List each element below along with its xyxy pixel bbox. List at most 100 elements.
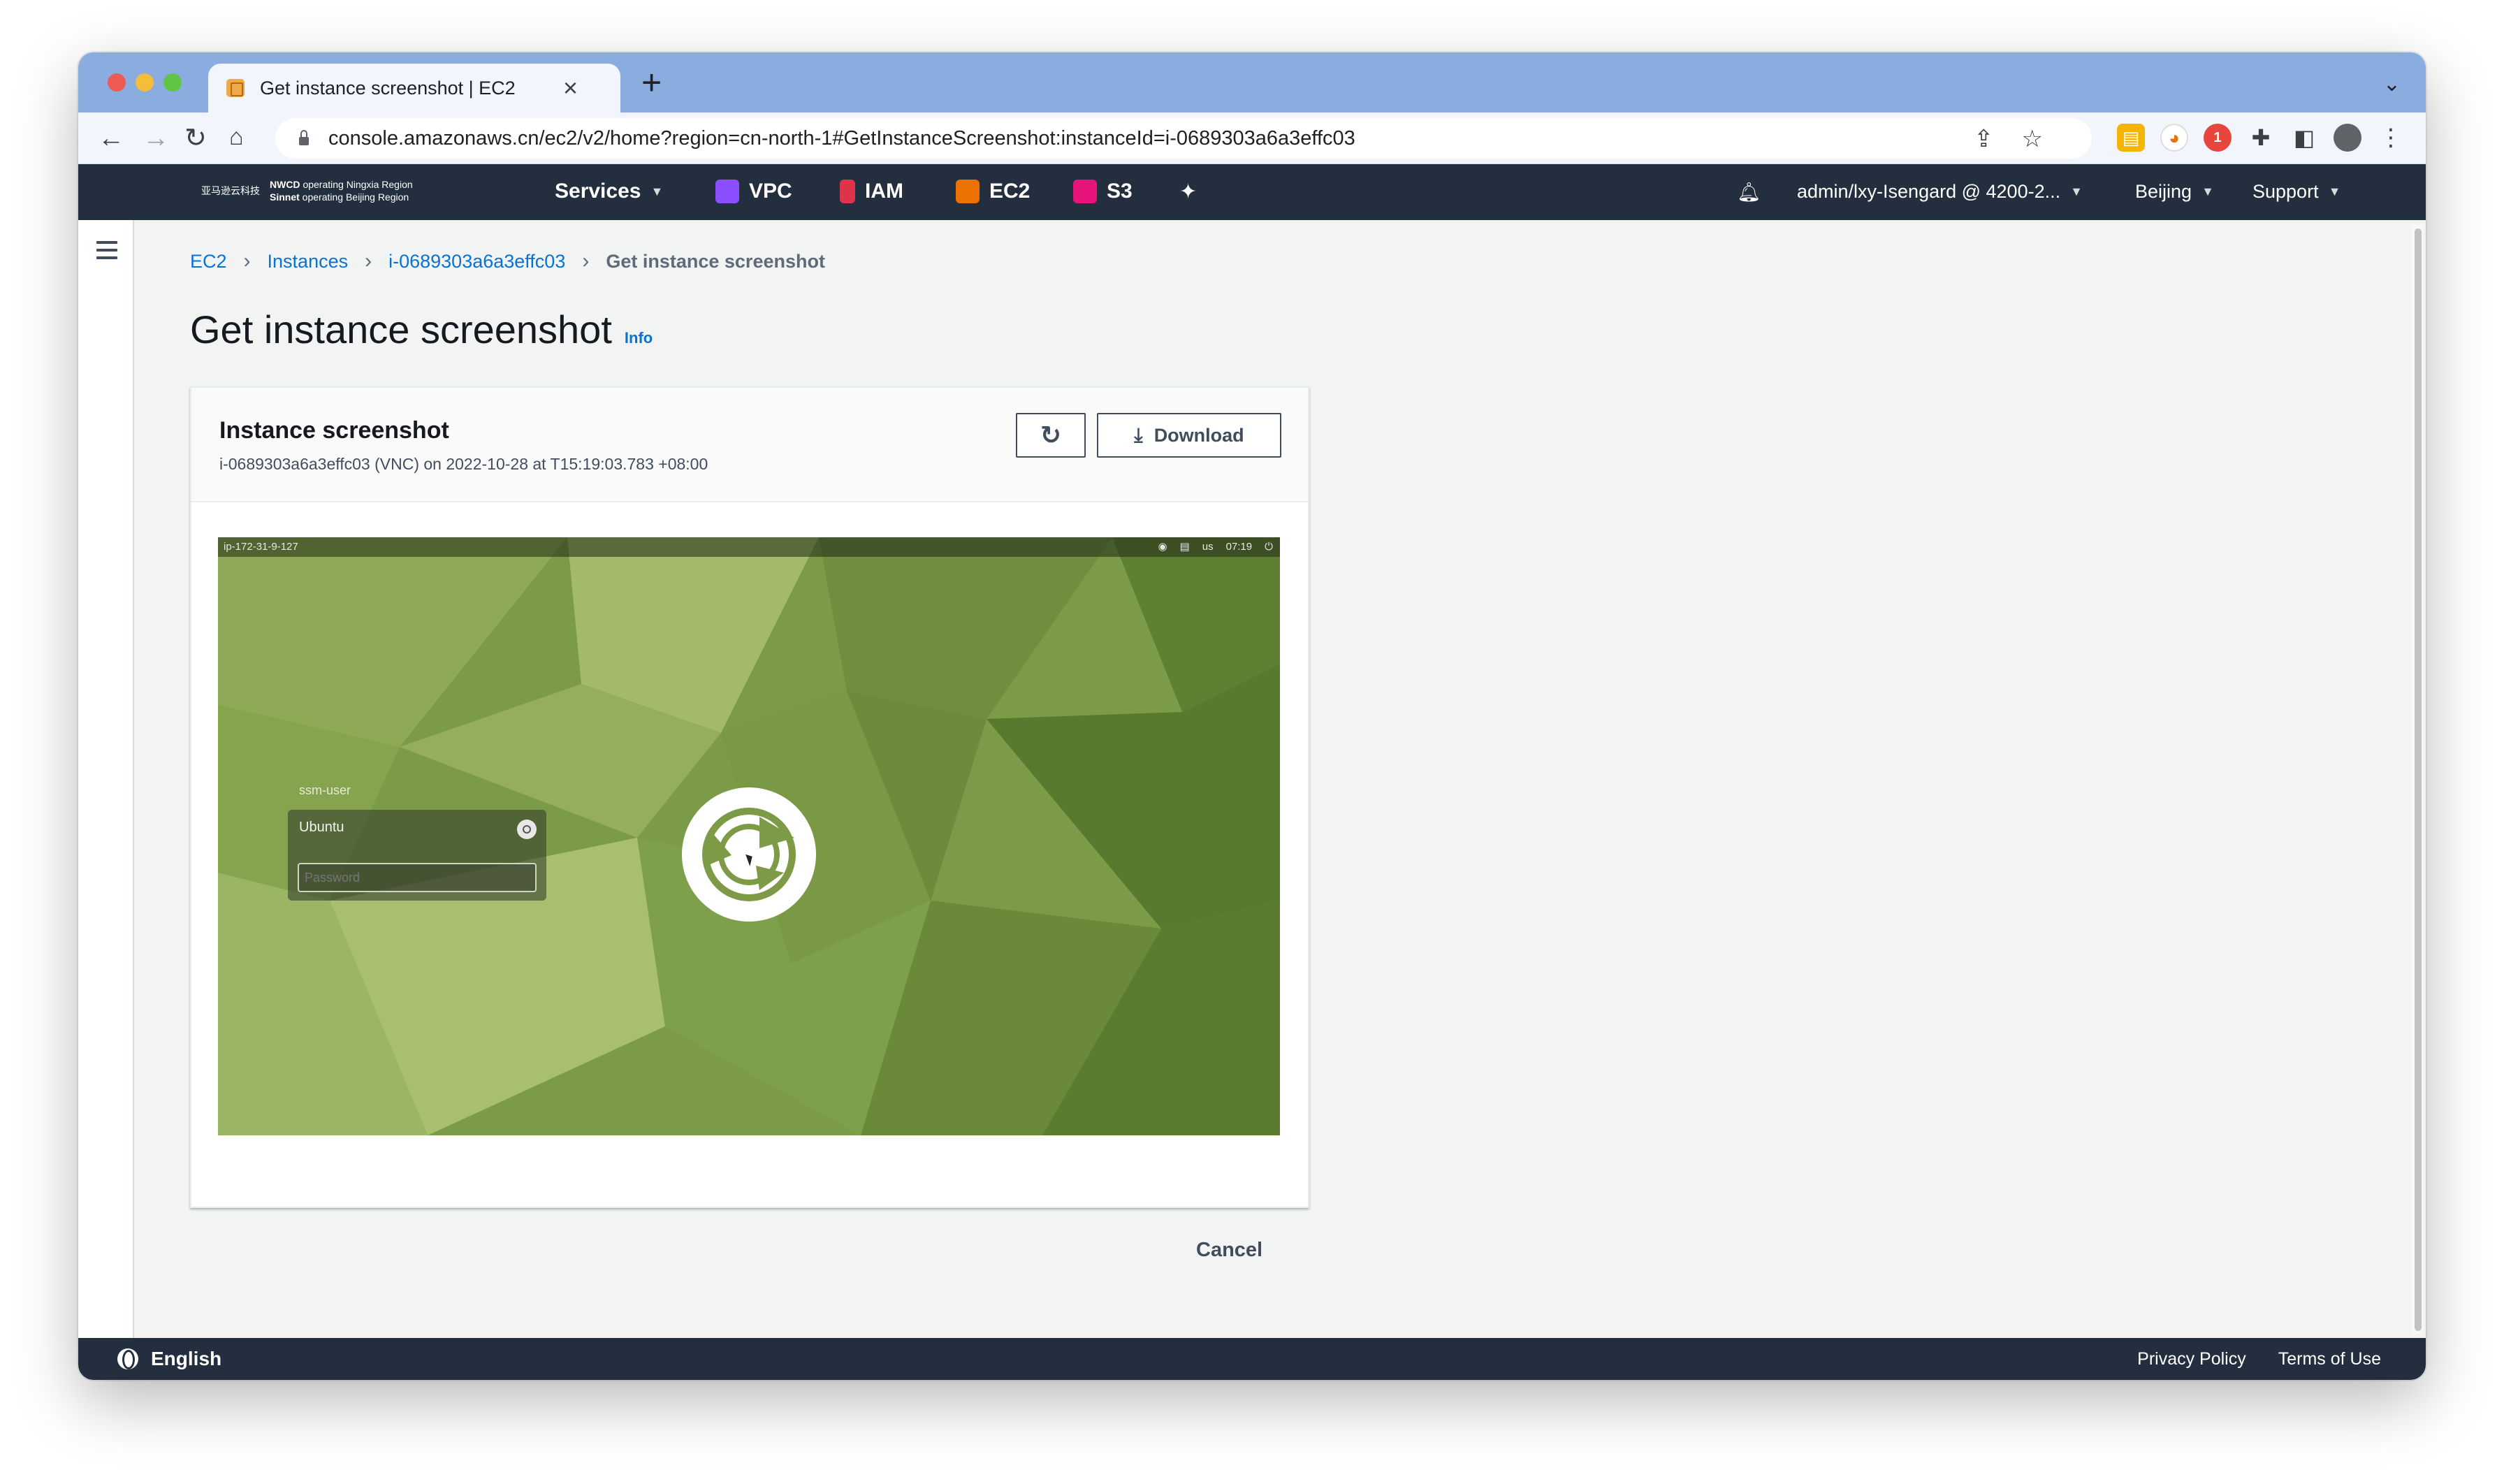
pin-shortcuts-button[interactable]: ✦ bbox=[1179, 180, 1197, 204]
shortcut-iam-label: IAM bbox=[865, 180, 903, 203]
browser-menu-icon[interactable]: ⋮ bbox=[2377, 124, 2405, 152]
shortcut-vpc[interactable]: VPC bbox=[715, 180, 792, 203]
extension-face-icon[interactable]: ◕ bbox=[2160, 124, 2188, 152]
aws-brand-logo[interactable]: 亚马逊云科技 NWCD operating Ningxia Region Sin… bbox=[201, 178, 413, 203]
forward-arrow-icon[interactable]: → bbox=[143, 125, 169, 152]
lock-icon[interactable] bbox=[299, 130, 309, 145]
brand-nwcd: NWCD bbox=[270, 179, 300, 190]
session-gear-icon bbox=[517, 820, 537, 839]
chevron-right-icon: › bbox=[243, 249, 251, 272]
shortcut-ec2-label: EC2 bbox=[989, 180, 1031, 203]
home-icon[interactable]: ⌂ bbox=[229, 125, 244, 149]
chevron-down-icon: ▼ bbox=[2201, 184, 2214, 198]
keyboard-icon: ▤ bbox=[1179, 541, 1190, 553]
instance-screenshot-image: ip-172-31-9-127 ◉ ▤ us 07:19 ⏻ ssm-user … bbox=[218, 537, 1280, 1135]
breadcrumb-current: Get instance screenshot bbox=[606, 250, 825, 272]
vm-top-bar: ip-172-31-9-127 ◉ ▤ us 07:19 ⏻ bbox=[218, 537, 1280, 557]
ec2-service-icon bbox=[956, 180, 980, 203]
support-menu[interactable]: Support ▼ bbox=[2252, 181, 2341, 203]
page-title: Get instance screenshot Info bbox=[190, 307, 653, 352]
chevron-down-icon: ▼ bbox=[2070, 184, 2083, 198]
terms-of-use-link[interactable]: Terms of Use bbox=[2278, 1349, 2381, 1369]
vm-password-field bbox=[298, 863, 537, 892]
vm-hostname: ip-172-31-9-127 bbox=[224, 541, 298, 553]
back-arrow-icon[interactable]: ← bbox=[98, 125, 124, 152]
extension-badge-icon[interactable]: 1 bbox=[2204, 124, 2232, 152]
vpc-service-icon bbox=[715, 180, 739, 203]
support-label: Support bbox=[2252, 181, 2319, 202]
profile-avatar[interactable] bbox=[2334, 124, 2361, 152]
iam-service-icon bbox=[840, 180, 855, 203]
download-icon: ⤓ bbox=[1134, 423, 1143, 446]
refresh-button[interactable]: ↻ bbox=[1016, 413, 1086, 458]
panel-title: Instance screenshot bbox=[219, 417, 449, 444]
panel-header: Instance screenshot i-0689303a6a3effc03 … bbox=[191, 388, 1308, 502]
privacy-policy-link[interactable]: Privacy Policy bbox=[2137, 1349, 2246, 1369]
breadcrumb-instances[interactable]: Instances bbox=[268, 251, 349, 272]
brand-nwcd-region: operating Ningxia Region bbox=[303, 179, 413, 190]
share-icon[interactable]: ⇪ bbox=[1974, 125, 1994, 153]
aws-top-nav: 亚马逊云科技 NWCD operating Ningxia Region Sin… bbox=[78, 164, 2426, 220]
side-panel-icon[interactable]: ◧ bbox=[2290, 124, 2318, 152]
vm-username: ssm-user bbox=[299, 783, 351, 797]
shortcut-s3[interactable]: S3 bbox=[1073, 180, 1133, 203]
aws-footer: English Privacy Policy Terms of Use bbox=[78, 1338, 2426, 1380]
tab-search-chevron-icon[interactable]: ⌄ bbox=[2383, 72, 2401, 96]
shortcut-ec2[interactable]: EC2 bbox=[956, 180, 1030, 203]
brand-cn-text: 亚马逊云科技 bbox=[201, 185, 260, 196]
pin-icon: ✦ bbox=[1179, 180, 1198, 203]
shortcut-vpc-label: VPC bbox=[749, 180, 792, 203]
download-label: Download bbox=[1153, 424, 1244, 446]
address-bar[interactable]: console.amazonaws.cn/ec2/v2/home?region=… bbox=[275, 118, 2092, 159]
chevron-down-icon: ▼ bbox=[650, 184, 664, 198]
extensions-puzzle-icon[interactable]: ✚ bbox=[2247, 124, 2275, 152]
breadcrumb: EC2 › Instances › i-0689303a6a3effc03 › … bbox=[190, 249, 825, 273]
language-selector[interactable]: English bbox=[117, 1348, 221, 1370]
panel-subtitle: i-0689303a6a3effc03 (VNC) on 2022-10-28 … bbox=[219, 455, 708, 473]
instance-screenshot-panel: Instance screenshot i-0689303a6a3effc03 … bbox=[190, 386, 1309, 1208]
vm-login-box: Ubuntu bbox=[288, 810, 546, 901]
tab-close-icon[interactable]: × bbox=[563, 75, 578, 101]
cancel-button[interactable]: Cancel bbox=[1196, 1239, 1262, 1262]
url-text[interactable]: console.amazonaws.cn/ec2/v2/home?region=… bbox=[328, 127, 1355, 150]
bell-icon: 🔔︎ bbox=[1737, 182, 1761, 203]
globe-icon bbox=[117, 1348, 138, 1369]
accessibility-icon: ◉ bbox=[1158, 541, 1167, 553]
shortcut-s3-label: S3 bbox=[1107, 180, 1133, 203]
minimize-window-button[interactable] bbox=[136, 73, 154, 92]
download-button[interactable]: ⤓ Download bbox=[1097, 413, 1281, 458]
extension-notes-icon[interactable]: ▤ bbox=[2117, 124, 2145, 152]
s3-service-icon bbox=[1073, 180, 1097, 203]
browser-tab[interactable]: Get instance screenshot | EC2 × bbox=[208, 64, 620, 112]
keyboard-layout: us bbox=[1202, 540, 1214, 553]
bookmark-star-icon[interactable]: ☆ bbox=[2022, 125, 2043, 153]
vm-session-name: Ubuntu bbox=[299, 820, 344, 835]
new-tab-button[interactable]: + bbox=[641, 65, 662, 100]
info-link[interactable]: Info bbox=[625, 329, 653, 347]
region-label: Beijing bbox=[2135, 181, 2192, 202]
menu-hamburger-icon[interactable] bbox=[96, 241, 117, 264]
breadcrumb-ec2[interactable]: EC2 bbox=[190, 251, 227, 272]
scrollbar-thumb[interactable] bbox=[2415, 228, 2422, 1331]
notifications-button[interactable]: 🔔︎ bbox=[1737, 181, 1761, 203]
brand-operators: NWCD operating Ningxia Region Sinnet ope… bbox=[270, 178, 413, 203]
services-label: Services bbox=[555, 180, 641, 203]
brand-sinnet: Sinnet bbox=[270, 191, 300, 203]
region-menu[interactable]: Beijing ▼ bbox=[2135, 181, 2214, 203]
vm-clock: 07:19 bbox=[1225, 540, 1253, 553]
maximize-window-button[interactable] bbox=[163, 73, 182, 92]
browser-toolbar: ← → ↻ ⌂ console.amazonaws.cn/ec2/v2/home… bbox=[78, 112, 2426, 164]
services-menu[interactable]: Services ▼ bbox=[555, 180, 663, 203]
reload-icon[interactable]: ↻ bbox=[184, 125, 207, 152]
tab-strip: Get instance screenshot | EC2 × + ⌄ bbox=[78, 52, 2426, 112]
close-window-button[interactable] bbox=[108, 73, 126, 92]
shortcut-iam[interactable]: IAM bbox=[840, 180, 903, 203]
chevron-down-icon: ▼ bbox=[2328, 184, 2341, 198]
page-title-text: Get instance screenshot bbox=[190, 307, 612, 351]
tab-title: Get instance screenshot | EC2 bbox=[260, 77, 516, 99]
account-menu[interactable]: admin/lxy-Isengard @ 4200-2... ▼ bbox=[1797, 181, 2083, 203]
account-label: admin/lxy-Isengard @ 4200-2... bbox=[1797, 181, 2061, 202]
breadcrumb-instance-id[interactable]: i-0689303a6a3effc03 bbox=[388, 251, 565, 272]
chevron-right-icon: › bbox=[365, 249, 372, 272]
chevron-right-icon: › bbox=[582, 249, 590, 272]
